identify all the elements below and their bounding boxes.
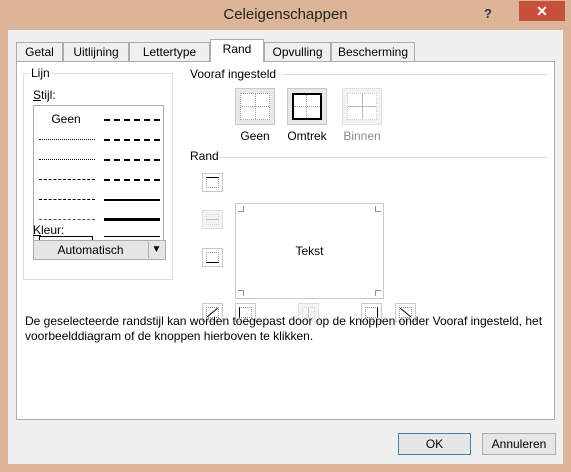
- border-top-icon: [206, 177, 219, 188]
- rand-tab-panel: Lijn Stijl: Geen Kleur: Automatisch ▼ Vo…: [16, 61, 555, 420]
- preset-inside-button[interactable]: [342, 88, 382, 125]
- line-style-medium[interactable]: [104, 199, 160, 201]
- border-inside-horizontal-icon: [206, 214, 219, 225]
- preset-outline-button[interactable]: [287, 88, 327, 125]
- preset-none-button[interactable]: [235, 88, 275, 125]
- line-style-thick[interactable]: [104, 218, 160, 221]
- color-label: Kleur:: [33, 223, 65, 237]
- help-button[interactable]: ?: [478, 4, 498, 24]
- color-dropdown-value: Automatisch: [57, 243, 124, 257]
- border-label: Rand: [190, 149, 219, 163]
- tab-getal[interactable]: Getal: [16, 42, 63, 61]
- title-bar[interactable]: Celeigenschappen ? ✕: [0, 0, 571, 30]
- description-text: De geselecteerde randstijl kan worden to…: [25, 314, 543, 343]
- line-style-medium-dash-dot[interactable]: [104, 159, 160, 161]
- line-style-dash-dot[interactable]: [39, 199, 95, 200]
- border-preview[interactable]: Tekst: [235, 203, 384, 299]
- line-style-dash-dot-dot[interactable]: [39, 179, 95, 180]
- tab-rand[interactable]: Rand: [210, 39, 264, 62]
- preset-outline-label: Omtrek: [287, 129, 327, 143]
- cancel-button[interactable]: Annuleren: [482, 433, 556, 455]
- preset-none-label: Geen: [240, 129, 270, 143]
- dialog-client: Getal Uitlijning Lettertype Rand Opvulli…: [8, 30, 563, 464]
- presets-separator: [283, 74, 547, 75]
- tab-bescherming[interactable]: Bescherming: [331, 42, 415, 61]
- line-style-dotted[interactable]: [39, 159, 95, 160]
- line-style-slanted-dash-dot[interactable]: [104, 139, 160, 141]
- presets-label: Vooraf ingesteld: [190, 67, 277, 81]
- ok-button[interactable]: OK: [398, 433, 471, 455]
- border-bottom-icon: [206, 252, 219, 263]
- close-button[interactable]: ✕: [519, 1, 565, 21]
- line-style-hair[interactable]: [39, 139, 95, 140]
- tab-uitlijning[interactable]: Uitlijning: [63, 42, 129, 61]
- preset-none-icon: [240, 93, 270, 120]
- dialog-window: Celeigenschappen ? ✕ Getal Uitlijning Le…: [0, 0, 571, 472]
- tab-opvulling[interactable]: Opvulling: [264, 42, 331, 61]
- preview-text: Tekst: [295, 244, 324, 258]
- line-style-dashed[interactable]: [39, 219, 95, 220]
- chevron-down-icon[interactable]: ▼: [148, 242, 164, 258]
- preset-inside-icon: [347, 93, 377, 120]
- preset-inside-label: Binnen: [343, 129, 381, 143]
- line-group-label: Lijn: [29, 66, 52, 80]
- line-style-medium-dash-dot-dot[interactable]: [104, 119, 160, 121]
- border-inside-horizontal-button[interactable]: [202, 210, 223, 229]
- line-style-none[interactable]: Geen: [34, 112, 98, 126]
- line-style-medium-dashed[interactable]: [104, 179, 160, 181]
- border-top-button[interactable]: [202, 173, 223, 192]
- style-label: Stijl:: [33, 88, 56, 102]
- border-separator: [219, 157, 547, 158]
- tab-lettertype[interactable]: Lettertype: [129, 42, 210, 61]
- preset-outline-icon: [292, 93, 322, 120]
- color-dropdown[interactable]: Automatisch ▼: [33, 240, 166, 260]
- border-bottom-button[interactable]: [202, 248, 223, 267]
